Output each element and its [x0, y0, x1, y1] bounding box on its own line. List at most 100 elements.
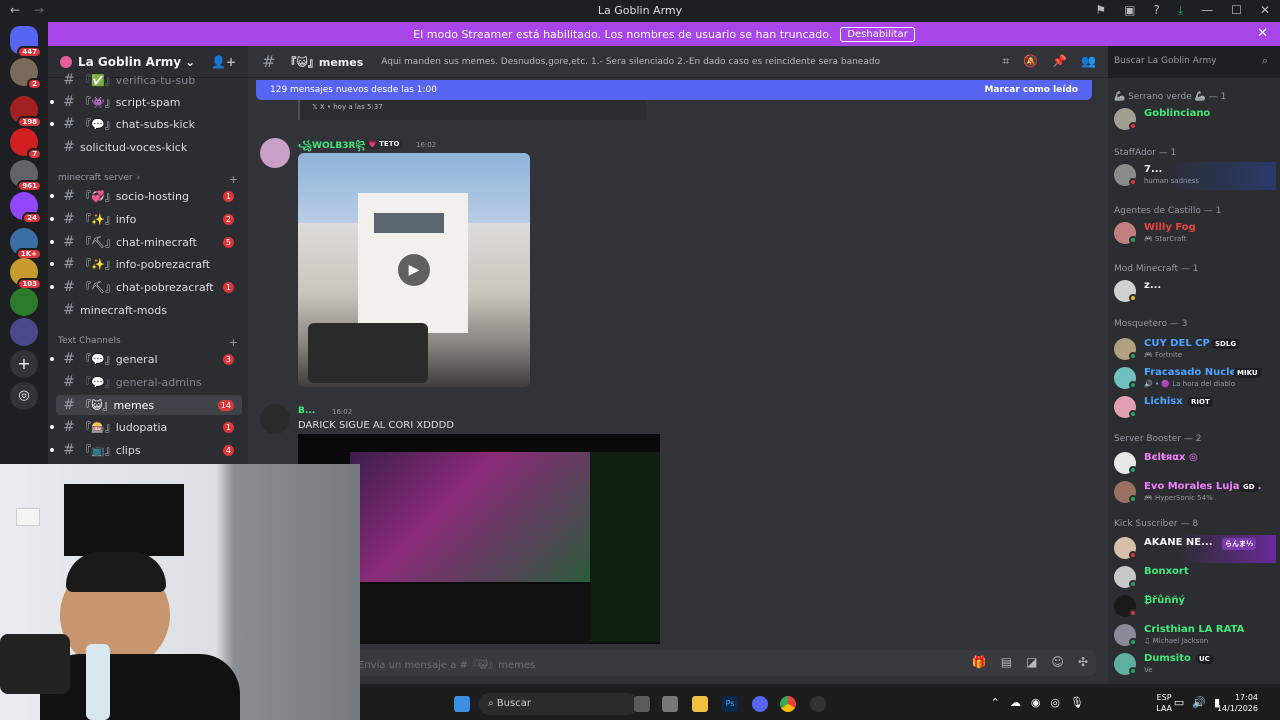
threads-icon[interactable]: ⌗ — [1002, 54, 1009, 69]
download-icon[interactable]: ⤓ — [1178, 3, 1183, 18]
channel-chat-minecraft[interactable]: # 『⛏』chat-minecraft 5 — [50, 232, 242, 252]
discord-icon[interactable] — [752, 696, 768, 712]
channel-ludopatia[interactable]: # 『🎰』ludopatia 1 — [50, 417, 242, 437]
gift-icon[interactable]: 🎁 — [972, 655, 987, 669]
hash-icon: # — [63, 351, 75, 367]
member-item[interactable]: Bonxort — [1114, 564, 1276, 592]
close-window-button[interactable]: ✕ — [1260, 3, 1270, 18]
member-item[interactable]: Cristhian LA RATA ♫ Michael Jackson — [1114, 622, 1276, 650]
sticker-icon[interactable]: ◪ — [1026, 655, 1037, 669]
inbox-icon[interactable]: ⚑ — [1095, 3, 1106, 18]
start-icon[interactable] — [454, 696, 470, 712]
video-attachment[interactable]: ▶ — [298, 153, 530, 387]
channel-clips[interactable]: # 『📺』clips 4 — [50, 440, 242, 460]
wall-tv-shape — [64, 484, 184, 556]
server-icon[interactable]: 198 — [10, 96, 42, 128]
apps-icon[interactable]: ✣ — [1078, 655, 1088, 669]
task-view-icon[interactable] — [634, 696, 650, 712]
photoshop-icon[interactable]: Ps — [722, 696, 738, 712]
member-item[interactable]: Lichisx RIOT — [1114, 394, 1276, 422]
add-server-icon[interactable]: + — [10, 350, 38, 378]
channel-chat-pobrezacraft[interactable]: # 『⛏』chat-pobrezacraft 1 — [50, 277, 242, 297]
server-icon[interactable]: 1K+ — [10, 228, 42, 260]
server-icon[interactable]: 103 — [10, 258, 42, 290]
member-item[interactable]: Bєlŧяαx ◎ — [1114, 450, 1276, 478]
mark-as-read-button[interactable]: Marcar como leído — [984, 85, 1078, 95]
channel-script-spam[interactable]: # 『👾』script-spam — [50, 92, 242, 112]
server-list: 447 2 198 7 961 24 1K+ 103 + ◎ — [0, 22, 48, 464]
status-online-icon — [1129, 638, 1137, 646]
add-channel-icon[interactable]: + — [229, 173, 238, 186]
member-item[interactable]: Evo Morales Lujan ... GD 🎮 HyperSonic 54… — [1114, 479, 1276, 507]
tray-icons[interactable]: ⌃ ☁ ◉ ◎ 🎙 — [991, 696, 1084, 709]
server-icon[interactable] — [10, 318, 38, 346]
chrome-icon[interactable] — [780, 696, 796, 712]
help-icon[interactable]: ? — [1153, 3, 1159, 18]
add-channel-icon[interactable]: + — [229, 336, 238, 349]
channel-general[interactable]: # 『💬』general 3 — [50, 349, 242, 369]
member-item[interactable]: Fracasado Nuclear MIKU 🔊 • 🟣 La hora del… — [1114, 365, 1276, 393]
member-item[interactable]: ₿řůññý — [1114, 593, 1276, 621]
member-item[interactable]: AKANE NE... らんま½ — [1114, 535, 1276, 563]
server-icon[interactable] — [10, 288, 38, 316]
member-list-icon[interactable]: 👥 — [1081, 54, 1096, 69]
message-input[interactable]: Envía un mensaje a #『😺』memes — [256, 650, 1096, 676]
member-item[interactable]: CUY DEL CP SDLG 🎮 Fortnite — [1114, 336, 1276, 364]
message-author[interactable]: B... — [298, 406, 315, 416]
member-item[interactable]: Goblinciano — [1114, 106, 1276, 134]
pin-icon[interactable]: 📌 — [1052, 54, 1067, 69]
screen-icon[interactable]: ▣ — [1124, 3, 1135, 18]
close-icon[interactable]: ✕ — [1257, 26, 1268, 41]
channel-verifica-tu-sub[interactable]: # 『✅』verifica-tu-sub — [56, 70, 242, 90]
member-item[interactable]: z... — [1114, 278, 1276, 306]
gif-icon[interactable]: ▤ — [1001, 655, 1012, 669]
app-icon[interactable] — [810, 696, 826, 712]
app-tray-icon[interactable]: ◉ — [1031, 696, 1041, 709]
member-item[interactable]: 7... human sadness — [1114, 162, 1276, 190]
window-shape — [374, 213, 444, 233]
explore-icon[interactable]: ◎ — [10, 382, 38, 410]
disable-streamer-button[interactable]: Deshabilitar — [840, 26, 915, 42]
channel-minecraft-mods[interactable]: # minecraft-mods — [56, 300, 242, 320]
member-item[interactable]: Dumsito UC Ve — [1114, 651, 1276, 679]
maximize-button[interactable]: ☐ — [1231, 3, 1242, 18]
channel-info[interactable]: # 『✨』info 2 — [50, 209, 242, 229]
mic-icon[interactable]: 🎙 — [1070, 696, 1084, 709]
category-text-channels[interactable]: Text Channels + — [58, 336, 238, 349]
cloud-icon[interactable]: ☁ — [1010, 696, 1021, 709]
discord-home-icon[interactable]: 447 — [10, 26, 42, 58]
channel-memes[interactable]: # 『😺』memes 14 — [56, 395, 242, 415]
system-icons[interactable]: ▭ 🔊 ▮ — [1174, 696, 1220, 709]
channel-solicitud-voces-kick[interactable]: # solicitud-voces-kick — [56, 137, 242, 157]
channel-info-pobrezacraft[interactable]: # 『✨』info-pobrezacraft — [50, 254, 242, 274]
mute-bell-icon[interactable]: 🔕 — [1023, 54, 1038, 69]
minimize-button[interactable]: — — [1201, 3, 1213, 18]
app-tray-icon[interactable]: ◎ — [1050, 696, 1060, 709]
invite-icon[interactable]: 👤+ — [211, 55, 236, 69]
category-minecraft-server[interactable]: minecraft server › + — [58, 173, 238, 186]
server-icon[interactable]: 7 — [10, 128, 42, 160]
server-icon[interactable]: 24 — [10, 192, 42, 224]
member-item[interactable]: Willy Fog 🎮 StarCraft — [1114, 220, 1276, 248]
emoji-icon[interactable]: ☺ — [1051, 655, 1064, 669]
play-icon[interactable]: ▶ — [398, 254, 430, 286]
avatar[interactable] — [260, 404, 290, 434]
guild-icon — [60, 55, 72, 68]
clock[interactable]: 17:04 14/1/2026 — [1217, 692, 1258, 714]
chevron-up-icon[interactable]: ⌃ — [991, 696, 1000, 709]
language-indicator[interactable]: ESP LAA — [1156, 692, 1172, 714]
app-icon[interactable] — [662, 696, 678, 712]
hash-icon: # — [63, 94, 75, 110]
channel-general-admins[interactable]: # 『💬』general-admins — [56, 372, 242, 392]
taskbar-search-input[interactable]: ⌕ Buscar — [478, 693, 638, 715]
status-online-icon — [1129, 236, 1137, 244]
avatar[interactable] — [260, 138, 290, 168]
channel-topic[interactable]: Aqui manden sus memes. Desnudos,gore,etc… — [381, 57, 880, 67]
search-input[interactable]: Buscar La Goblin Army ⌕ — [1108, 52, 1274, 72]
new-messages-bar[interactable]: 129 mensajes nuevos desde las 1:00 Marca… — [256, 80, 1092, 100]
server-icon[interactable]: 961 — [10, 160, 42, 192]
file-explorer-icon[interactable] — [692, 696, 708, 712]
server-icon[interactable]: 2 — [10, 58, 42, 90]
channel-socio-hosting[interactable]: # 『💞』socio-hosting 1 — [50, 186, 242, 206]
channel-chat-subs-kick[interactable]: # 『💬』chat-subs-kick — [50, 114, 242, 134]
